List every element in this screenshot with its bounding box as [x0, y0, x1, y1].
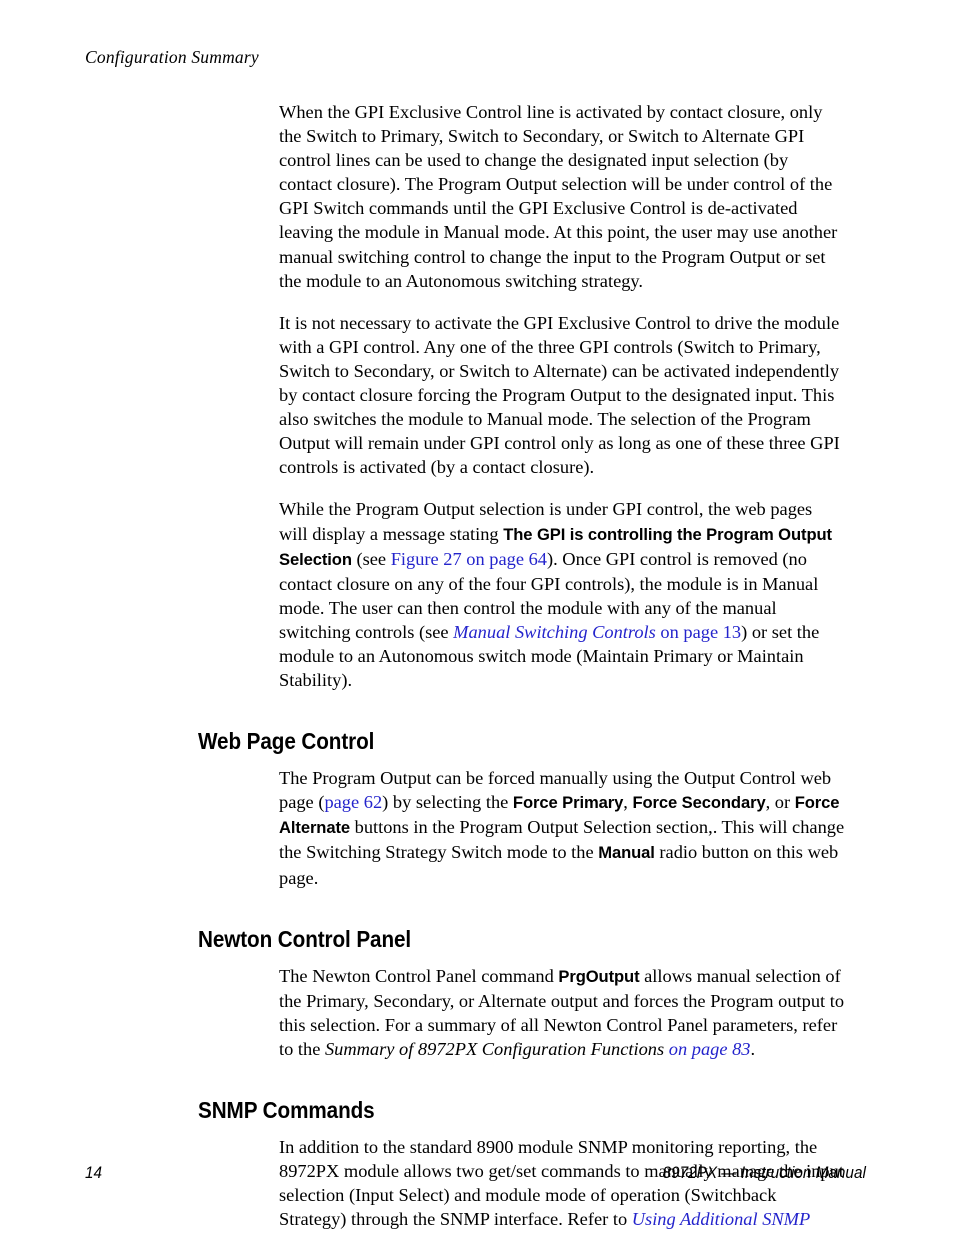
cross-reference-link-figure-27[interactable]: Figure 27 on page 64: [391, 549, 547, 569]
paragraph-text: It is not necessary to activate the GPI …: [279, 312, 840, 478]
heading-web-page-control: Web Page Control: [198, 728, 375, 755]
paragraph-gpi-exclusive-control: When the GPI Exclusive Control line is a…: [198, 100, 845, 293]
wpc-seg2: ) by selecting the: [382, 792, 513, 813]
cross-reference-link-manual-switching-page[interactable]: on page 13: [656, 622, 741, 642]
paragraph-gpi-not-necessary: It is not necessary to activate the GPI …: [198, 311, 845, 480]
page-content: When the GPI Exclusive Control line is a…: [198, 100, 858, 1235]
ui-command-label-prgoutput: PrgOutput: [558, 966, 640, 986]
para3-seg2: (see: [351, 548, 391, 569]
paragraph-web-page-control: The Program Output can be forced manuall…: [198, 766, 845, 889]
paragraph-snmp-commands: In addition to the standard 8900 module …: [198, 1135, 845, 1235]
ncp-seg3: .: [750, 1038, 756, 1059]
running-header: Configuration Summary: [85, 47, 259, 67]
ui-button-label-force-primary: Force Primary: [512, 793, 624, 813]
document-page: Configuration Summary When the GPI Exclu…: [0, 0, 954, 1235]
cross-reference-link-page-83[interactable]: on page 83: [664, 1039, 751, 1059]
paragraph-gpi-web-message: While the Program Output selection is un…: [198, 497, 845, 692]
ncp-seg1: The Newton Control Panel command: [279, 965, 559, 986]
cross-reference-link-manual-switching-controls[interactable]: Manual Switching Controls: [453, 622, 656, 642]
ui-radio-label-manual: Manual: [598, 843, 655, 863]
ui-button-label-force-secondary: Force Secondary: [632, 793, 766, 813]
footer-page-number: 14: [85, 1163, 103, 1182]
wpc-seg4: , or: [765, 792, 795, 813]
cross-reference-link-page-62[interactable]: page 62: [324, 792, 382, 812]
reference-title-summary-8972px: Summary of 8972PX Configuration Function…: [324, 1038, 665, 1059]
paragraph-text: When the GPI Exclusive Control line is a…: [279, 102, 838, 291]
heading-newton-control-panel: Newton Control Panel: [198, 925, 412, 952]
paragraph-newton-control-panel: The Newton Control Panel command PrgOutp…: [198, 964, 845, 1061]
heading-snmp-commands: SNMP Commands: [198, 1097, 375, 1123]
footer-manual-title: 8972PX — Instruction Manual: [662, 1163, 866, 1182]
